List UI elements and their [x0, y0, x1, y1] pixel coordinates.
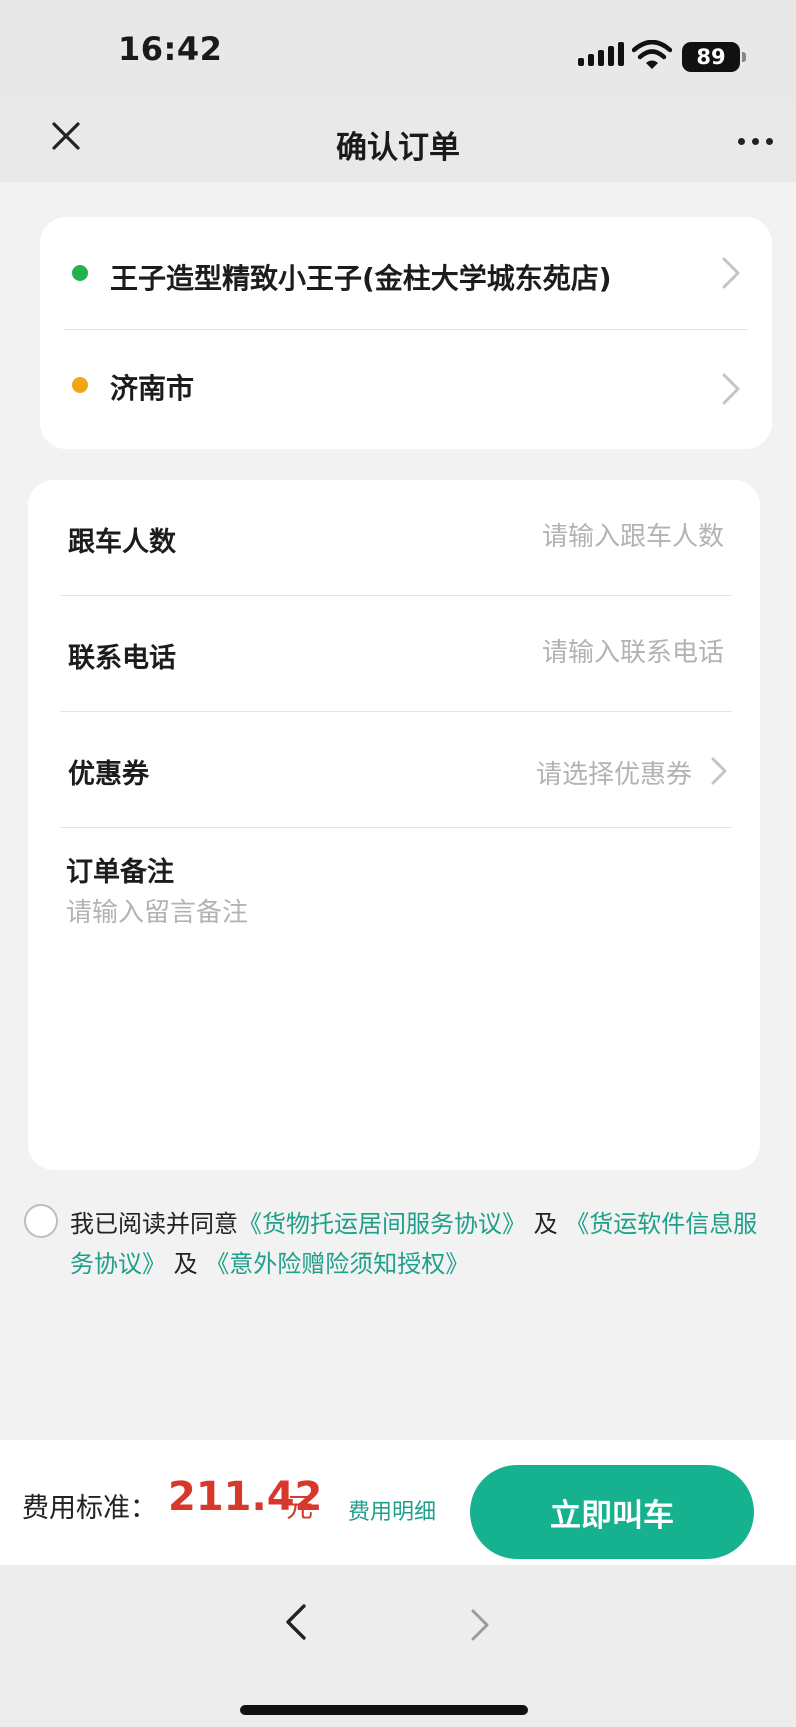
more-icon[interactable] [738, 138, 773, 145]
status-time: 16:42 [118, 30, 223, 68]
route-card: 王子造型精致小王子(金柱大学城东苑店) 济南市 [40, 217, 772, 449]
phone-row: 联系电话 [28, 596, 760, 711]
agreement-and: 及 [173, 1250, 198, 1278]
status-bar: 16:42 89 [0, 0, 796, 100]
destination-dot-icon [72, 377, 88, 393]
fee-unit: 元 [286, 1493, 313, 1524]
battery-indicator: 89 [682, 42, 746, 72]
origin-dot-icon [72, 265, 88, 281]
coupon-row[interactable]: 优惠券 请选择优惠券 [28, 712, 760, 827]
passengers-row: 跟车人数 [28, 480, 760, 595]
origin-row[interactable]: 王子造型精致小王子(金柱大学城东苑店) [40, 217, 772, 329]
phone-label: 联系电话 [68, 643, 176, 674]
page-title: 确认订单 [336, 130, 460, 166]
chevron-right-icon [722, 373, 740, 405]
fee-label: 费用标准： [22, 1493, 157, 1524]
agreement-text: 我已阅读并同意《货物托运居间服务协议》 及 《货运软件信息服务协议》 及 《意外… [70, 1204, 760, 1284]
passengers-input[interactable] [464, 522, 724, 552]
order-content: 王子造型精致小王子(金柱大学城东苑店) 济南市 跟车人数 联系电话 优惠券 [0, 182, 796, 1440]
link-freight-agreement[interactable]: 《货物托运居间服务协议》 [238, 1210, 526, 1238]
signal-icon [578, 42, 624, 66]
forward-icon[interactable] [468, 1607, 492, 1643]
divider [60, 827, 732, 828]
divider [64, 329, 748, 330]
fee-detail-link[interactable]: 费用明细 [348, 1494, 436, 1526]
origin-address: 王子造型精致小王子(金柱大学城东苑店) [110, 262, 612, 295]
remark-label: 订单备注 [66, 857, 174, 888]
agreement-and: 及 [533, 1210, 558, 1238]
order-footer: 费用标准： 211.42 元 费用明细 立即叫车 [0, 1440, 796, 1565]
agreement-checkbox[interactable] [24, 1204, 58, 1238]
nav-bar: 确认订单 [0, 100, 796, 182]
chevron-right-icon [722, 257, 740, 289]
coupon-select-value[interactable]: 请选择优惠券 [536, 754, 692, 791]
remark-textarea[interactable] [66, 892, 716, 1142]
phone-input[interactable] [464, 638, 724, 668]
coupon-label: 优惠券 [68, 759, 149, 790]
agreement-prefix: 我已阅读并同意 [70, 1210, 238, 1238]
passengers-label: 跟车人数 [68, 527, 176, 558]
call-car-button[interactable]: 立即叫车 [470, 1465, 754, 1559]
wifi-icon [632, 40, 672, 69]
order-form-card: 跟车人数 联系电话 优惠券 请选择优惠券 订单备注 [28, 480, 760, 1170]
browser-toolbar [0, 1565, 796, 1727]
destination-address: 济南市 [110, 372, 195, 405]
home-indicator [240, 1705, 528, 1715]
back-icon[interactable] [280, 1602, 310, 1642]
link-insurance-notice[interactable]: 《意外险赠险须知授权》 [205, 1250, 469, 1278]
chevron-right-icon [711, 757, 727, 785]
destination-row[interactable]: 济南市 [40, 331, 772, 443]
